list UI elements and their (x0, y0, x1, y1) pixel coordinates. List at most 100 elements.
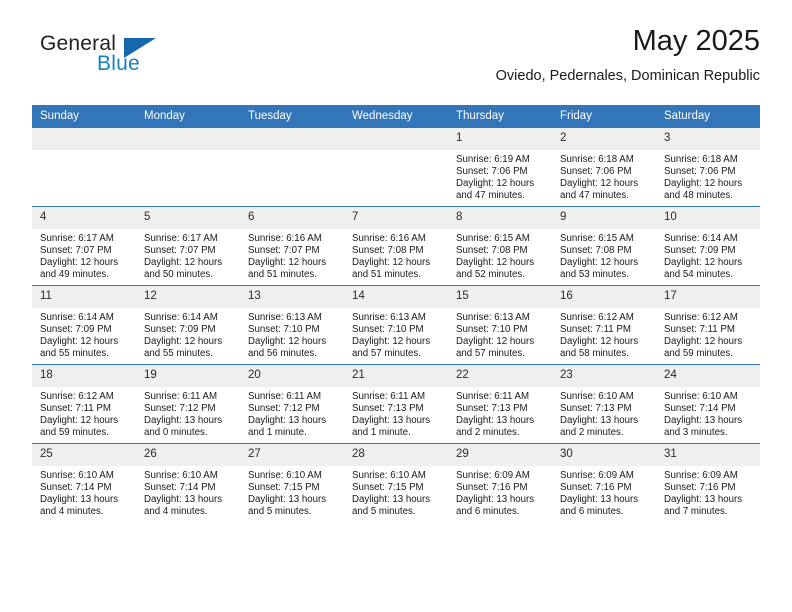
day-cell[interactable]: 8 Sunrise: 6:15 AM Sunset: 7:08 PM Daylight… (448, 206, 552, 286)
day-sunset-text: Sunset: 7:08 PM (352, 245, 424, 257)
day-cell[interactable]: 30 Sunrise: 6:09 AM Sunset: 7:16 PM Dayligh… (552, 443, 656, 522)
day-daylight-line1-text: Daylight: 12 hours (560, 257, 639, 269)
day-number: 5 (136, 207, 240, 229)
day-cell[interactable]: 22 Sunrise: 6:11 AM Sunset: 7:13 PM Dayligh… (448, 364, 552, 444)
day-number: 16 (552, 286, 656, 308)
day-cell[interactable]: 5 Sunrise: 6:17 AM Sunset: 7:07 PM Daylight… (136, 206, 240, 286)
day-cell[interactable]: 3 Sunrise: 6:18 AM Sunset: 7:06 PM Daylight… (656, 128, 760, 207)
day-sun-info: Sunrise: 6:12 AM Sunset: 7:11 PM Daylight:… (552, 308, 656, 360)
day-sun-info: Sunrise: 6:10 AM Sunset: 7:13 PM Daylight:… (552, 387, 656, 439)
day-cell[interactable]: 23 Sunrise: 6:10 AM Sunset: 7:13 PM Dayligh… (552, 364, 656, 444)
day-sunset-text: Sunset: 7:06 PM (456, 166, 528, 178)
day-daylight-line2-text: and 59 minutes. (40, 427, 109, 439)
weekday-header-tuesday: Tuesday (240, 105, 344, 128)
day-daylight-line2-text: and 56 minutes. (248, 348, 317, 360)
day-sunrise-text: Sunrise: 6:15 AM (456, 233, 530, 244)
day-sunset-text: Sunset: 7:07 PM (144, 245, 216, 257)
day-cell[interactable]: 10 Sunrise: 6:14 AM Sunset: 7:09 PM Dayligh… (656, 206, 760, 286)
day-sun-info: Sunrise: 6:16 AM Sunset: 7:08 PM Daylight:… (344, 229, 448, 281)
day-number: 28 (344, 444, 448, 466)
day-sunset-text: Sunset: 7:12 PM (248, 403, 320, 415)
day-daylight-line1-text: Daylight: 12 hours (144, 336, 223, 348)
day-cell[interactable]: 6 Sunrise: 6:16 AM Sunset: 7:07 PM Daylight… (240, 206, 344, 286)
day-number: 13 (240, 286, 344, 308)
day-cell[interactable]: 14 Sunrise: 6:13 AM Sunset: 7:10 PM Dayligh… (344, 285, 448, 365)
day-cell-empty (240, 128, 344, 207)
day-sunrise-text: Sunrise: 6:14 AM (664, 233, 738, 244)
day-sunset-text: Sunset: 7:09 PM (144, 324, 216, 336)
day-number: 18 (32, 365, 136, 387)
day-cell[interactable]: 29 Sunrise: 6:09 AM Sunset: 7:16 PM Dayligh… (448, 443, 552, 522)
day-cell[interactable]: 18 Sunrise: 6:12 AM Sunset: 7:11 PM Dayligh… (32, 364, 136, 444)
day-sunset-text: Sunset: 7:11 PM (560, 324, 631, 336)
day-sunrise-text: Sunrise: 6:10 AM (144, 470, 218, 481)
day-sunset-text: Sunset: 7:15 PM (248, 482, 320, 494)
day-number: 3 (656, 128, 760, 150)
day-sunset-text: Sunset: 7:13 PM (456, 403, 528, 415)
day-number (136, 128, 240, 150)
day-number: 22 (448, 365, 552, 387)
day-cell[interactable]: 27 Sunrise: 6:10 AM Sunset: 7:15 PM Dayligh… (240, 443, 344, 522)
day-daylight-line2-text: and 1 minute. (248, 427, 307, 439)
day-daylight-line2-text: and 47 minutes. (560, 190, 629, 202)
day-daylight-line1-text: Daylight: 12 hours (248, 257, 327, 269)
day-cell-empty (136, 128, 240, 207)
day-number (344, 128, 448, 150)
day-number: 26 (136, 444, 240, 466)
day-cell[interactable]: 19 Sunrise: 6:11 AM Sunset: 7:12 PM Dayligh… (136, 364, 240, 444)
page-header: General Blue May 2025 Oviedo, Pedernales… (32, 24, 760, 100)
day-cell[interactable]: 9 Sunrise: 6:15 AM Sunset: 7:08 PM Daylight… (552, 206, 656, 286)
day-sunrise-text: Sunrise: 6:14 AM (144, 312, 218, 323)
day-cell[interactable]: 21 Sunrise: 6:11 AM Sunset: 7:13 PM Dayligh… (344, 364, 448, 444)
day-number: 23 (552, 365, 656, 387)
day-daylight-line2-text: and 7 minutes. (664, 506, 728, 518)
day-cell[interactable]: 15 Sunrise: 6:13 AM Sunset: 7:10 PM Dayligh… (448, 285, 552, 365)
day-sunrise-text: Sunrise: 6:09 AM (560, 470, 634, 481)
day-daylight-line2-text: and 2 minutes. (456, 427, 520, 439)
day-sun-info: Sunrise: 6:12 AM Sunset: 7:11 PM Daylight:… (32, 387, 136, 439)
day-cell[interactable]: 28 Sunrise: 6:10 AM Sunset: 7:15 PM Dayligh… (344, 443, 448, 522)
day-sunrise-text: Sunrise: 6:17 AM (144, 233, 218, 244)
day-cell[interactable]: 26 Sunrise: 6:10 AM Sunset: 7:14 PM Dayligh… (136, 443, 240, 522)
day-daylight-line1-text: Daylight: 13 hours (456, 415, 535, 427)
day-sunset-text: Sunset: 7:16 PM (664, 482, 736, 494)
day-number: 10 (656, 207, 760, 229)
day-cell[interactable]: 24 Sunrise: 6:10 AM Sunset: 7:14 PM Dayligh… (656, 364, 760, 444)
day-cell[interactable]: 2 Sunrise: 6:18 AM Sunset: 7:06 PM Daylight… (552, 128, 656, 207)
day-cell[interactable]: 25 Sunrise: 6:10 AM Sunset: 7:14 PM Dayligh… (32, 443, 136, 522)
day-sunrise-text: Sunrise: 6:12 AM (40, 391, 114, 402)
day-sun-info: Sunrise: 6:10 AM Sunset: 7:14 PM Daylight:… (656, 387, 760, 439)
day-number (240, 128, 344, 150)
day-sunset-text: Sunset: 7:12 PM (144, 403, 216, 415)
day-cell[interactable]: 7 Sunrise: 6:16 AM Sunset: 7:08 PM Daylight… (344, 206, 448, 286)
day-daylight-line1-text: Daylight: 12 hours (40, 257, 119, 269)
day-daylight-line1-text: Daylight: 13 hours (664, 494, 743, 506)
day-cell[interactable]: 12 Sunrise: 6:14 AM Sunset: 7:09 PM Dayligh… (136, 285, 240, 365)
weekday-header-wednesday: Wednesday (344, 105, 448, 128)
day-cell[interactable]: 11 Sunrise: 6:14 AM Sunset: 7:09 PM Dayligh… (32, 285, 136, 365)
day-sun-info: Sunrise: 6:16 AM Sunset: 7:07 PM Daylight:… (240, 229, 344, 281)
day-sun-info: Sunrise: 6:10 AM Sunset: 7:14 PM Daylight:… (136, 466, 240, 518)
day-daylight-line2-text: and 48 minutes. (664, 190, 733, 202)
day-number: 20 (240, 365, 344, 387)
day-cell[interactable]: 31 Sunrise: 6:09 AM Sunset: 7:16 PM Dayligh… (656, 443, 760, 522)
day-cell[interactable]: 20 Sunrise: 6:11 AM Sunset: 7:12 PM Dayligh… (240, 364, 344, 444)
day-number: 11 (32, 286, 136, 308)
calendar-page: General Blue May 2025 Oviedo, Pedernales… (0, 0, 792, 612)
day-cell[interactable]: 4 Sunrise: 6:17 AM Sunset: 7:07 PM Daylight… (32, 206, 136, 286)
day-sunrise-text: Sunrise: 6:11 AM (352, 391, 426, 402)
day-sunrise-text: Sunrise: 6:11 AM (248, 391, 322, 402)
page-title: May 2025 (632, 25, 760, 57)
brand-logo[interactable]: General Blue (40, 32, 220, 84)
day-cell[interactable]: 1 Sunrise: 6:19 AM Sunset: 7:06 PM Daylight… (448, 128, 552, 207)
day-daylight-line2-text: and 5 minutes. (352, 506, 416, 518)
day-daylight-line2-text: and 6 minutes. (456, 506, 520, 518)
day-sunrise-text: Sunrise: 6:09 AM (664, 470, 738, 481)
day-cell[interactable]: 13 Sunrise: 6:13 AM Sunset: 7:10 PM Dayligh… (240, 285, 344, 365)
day-cell[interactable]: 16 Sunrise: 6:12 AM Sunset: 7:11 PM Dayligh… (552, 285, 656, 365)
day-cell-empty (344, 128, 448, 207)
day-cell[interactable]: 17 Sunrise: 6:12 AM Sunset: 7:11 PM Dayligh… (656, 285, 760, 365)
day-daylight-line2-text: and 50 minutes. (144, 269, 213, 281)
day-sunset-text: Sunset: 7:14 PM (664, 403, 736, 415)
calendar-body: 1 Sunrise: 6:19 AM Sunset: 7:06 PM Daylight… (32, 128, 760, 522)
